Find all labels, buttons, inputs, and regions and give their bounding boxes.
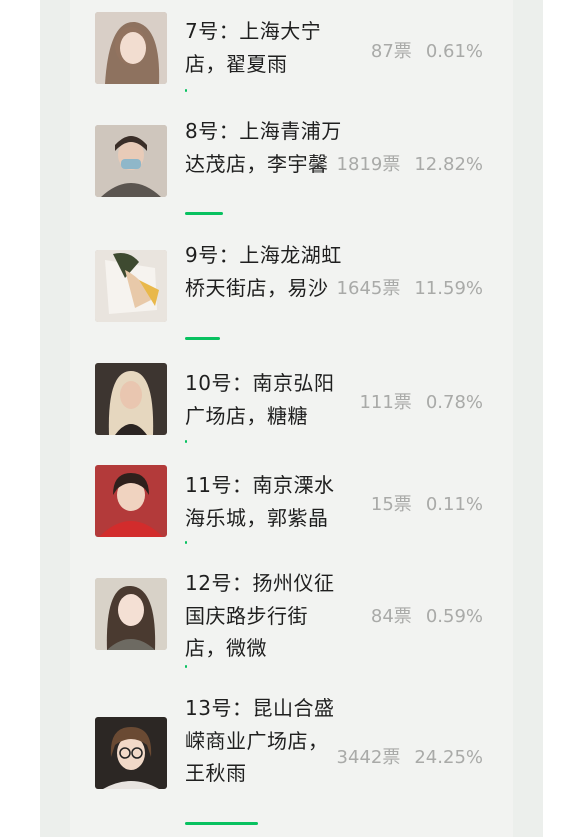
vote-count: 15票 bbox=[370, 494, 412, 515]
option-stats: 1819票 12.82% bbox=[337, 150, 483, 176]
contestant-avatar bbox=[95, 465, 167, 537]
vote-percent: 11.59% bbox=[414, 278, 483, 299]
poll-page: 7号：上海大宁店，翟夏雨 87票 0.61% 8号：上海青浦万达茂店，李宇馨 18… bbox=[0, 0, 585, 837]
option-stats: 3442票 24.25% bbox=[337, 743, 483, 769]
option-stats: 87票 0.61% bbox=[371, 37, 483, 63]
vote-percent: 0.61% bbox=[425, 41, 483, 62]
vote-share-bar bbox=[185, 212, 223, 215]
vote-percent: 0.59% bbox=[425, 606, 483, 627]
avatar-photo-icon bbox=[95, 125, 167, 197]
vote-percent: 0.11% bbox=[425, 494, 483, 515]
vote-share-bar bbox=[185, 541, 187, 544]
vote-share-bar bbox=[185, 822, 258, 825]
vote-share-bar bbox=[185, 89, 187, 92]
avatar-photo-icon bbox=[95, 578, 167, 650]
avatar-photo-icon bbox=[95, 363, 167, 435]
option-name: 13号：昆山合盛嵘商业广场店，王秋雨 bbox=[185, 696, 335, 785]
option-stats: 111票 0.78% bbox=[359, 388, 483, 414]
vote-count: 1819票 bbox=[336, 154, 401, 175]
option-stats: 15票 0.11% bbox=[371, 490, 483, 516]
contestant-avatar bbox=[95, 125, 167, 197]
option-name: 9号：上海龙湖虹桥天街店，易沙 bbox=[185, 243, 342, 300]
contestant-avatar bbox=[95, 12, 167, 84]
option-stats: 84票 0.59% bbox=[371, 602, 483, 628]
option-name: 11号：南京溧水海乐城，郭紫晶 bbox=[185, 473, 335, 530]
vote-share-bar bbox=[185, 665, 187, 668]
vote-share-bar bbox=[185, 337, 220, 340]
avatar-photo-icon bbox=[95, 717, 167, 789]
option-name: 8号：上海青浦万达茂店，李宇馨 bbox=[185, 119, 342, 176]
option-name: 12号：扬州仪征国庆路步行街店，微微 bbox=[185, 571, 335, 660]
contestant-avatar bbox=[95, 363, 167, 435]
option-stats: 1645票 11.59% bbox=[337, 274, 483, 300]
vote-share-bar bbox=[185, 440, 187, 443]
vote-percent: 12.82% bbox=[414, 154, 483, 175]
vote-count: 87票 bbox=[370, 41, 412, 62]
vote-count: 1645票 bbox=[336, 278, 401, 299]
vote-count: 84票 bbox=[370, 606, 412, 627]
contestant-avatar bbox=[95, 578, 167, 650]
option-name: 10号：南京弘阳广场店，糖糖 bbox=[185, 371, 335, 428]
option-name: 7号：上海大宁店，翟夏雨 bbox=[185, 19, 322, 76]
avatar-photo-icon bbox=[95, 12, 167, 84]
vote-count: 111票 bbox=[359, 392, 412, 413]
avatar-photo-icon bbox=[95, 250, 167, 322]
contestant-avatar bbox=[95, 717, 167, 789]
avatar-photo-icon bbox=[95, 465, 167, 537]
contestant-avatar bbox=[95, 250, 167, 322]
vote-percent: 0.78% bbox=[425, 392, 483, 413]
vote-count: 3442票 bbox=[336, 747, 401, 768]
vote-percent: 24.25% bbox=[414, 747, 483, 768]
